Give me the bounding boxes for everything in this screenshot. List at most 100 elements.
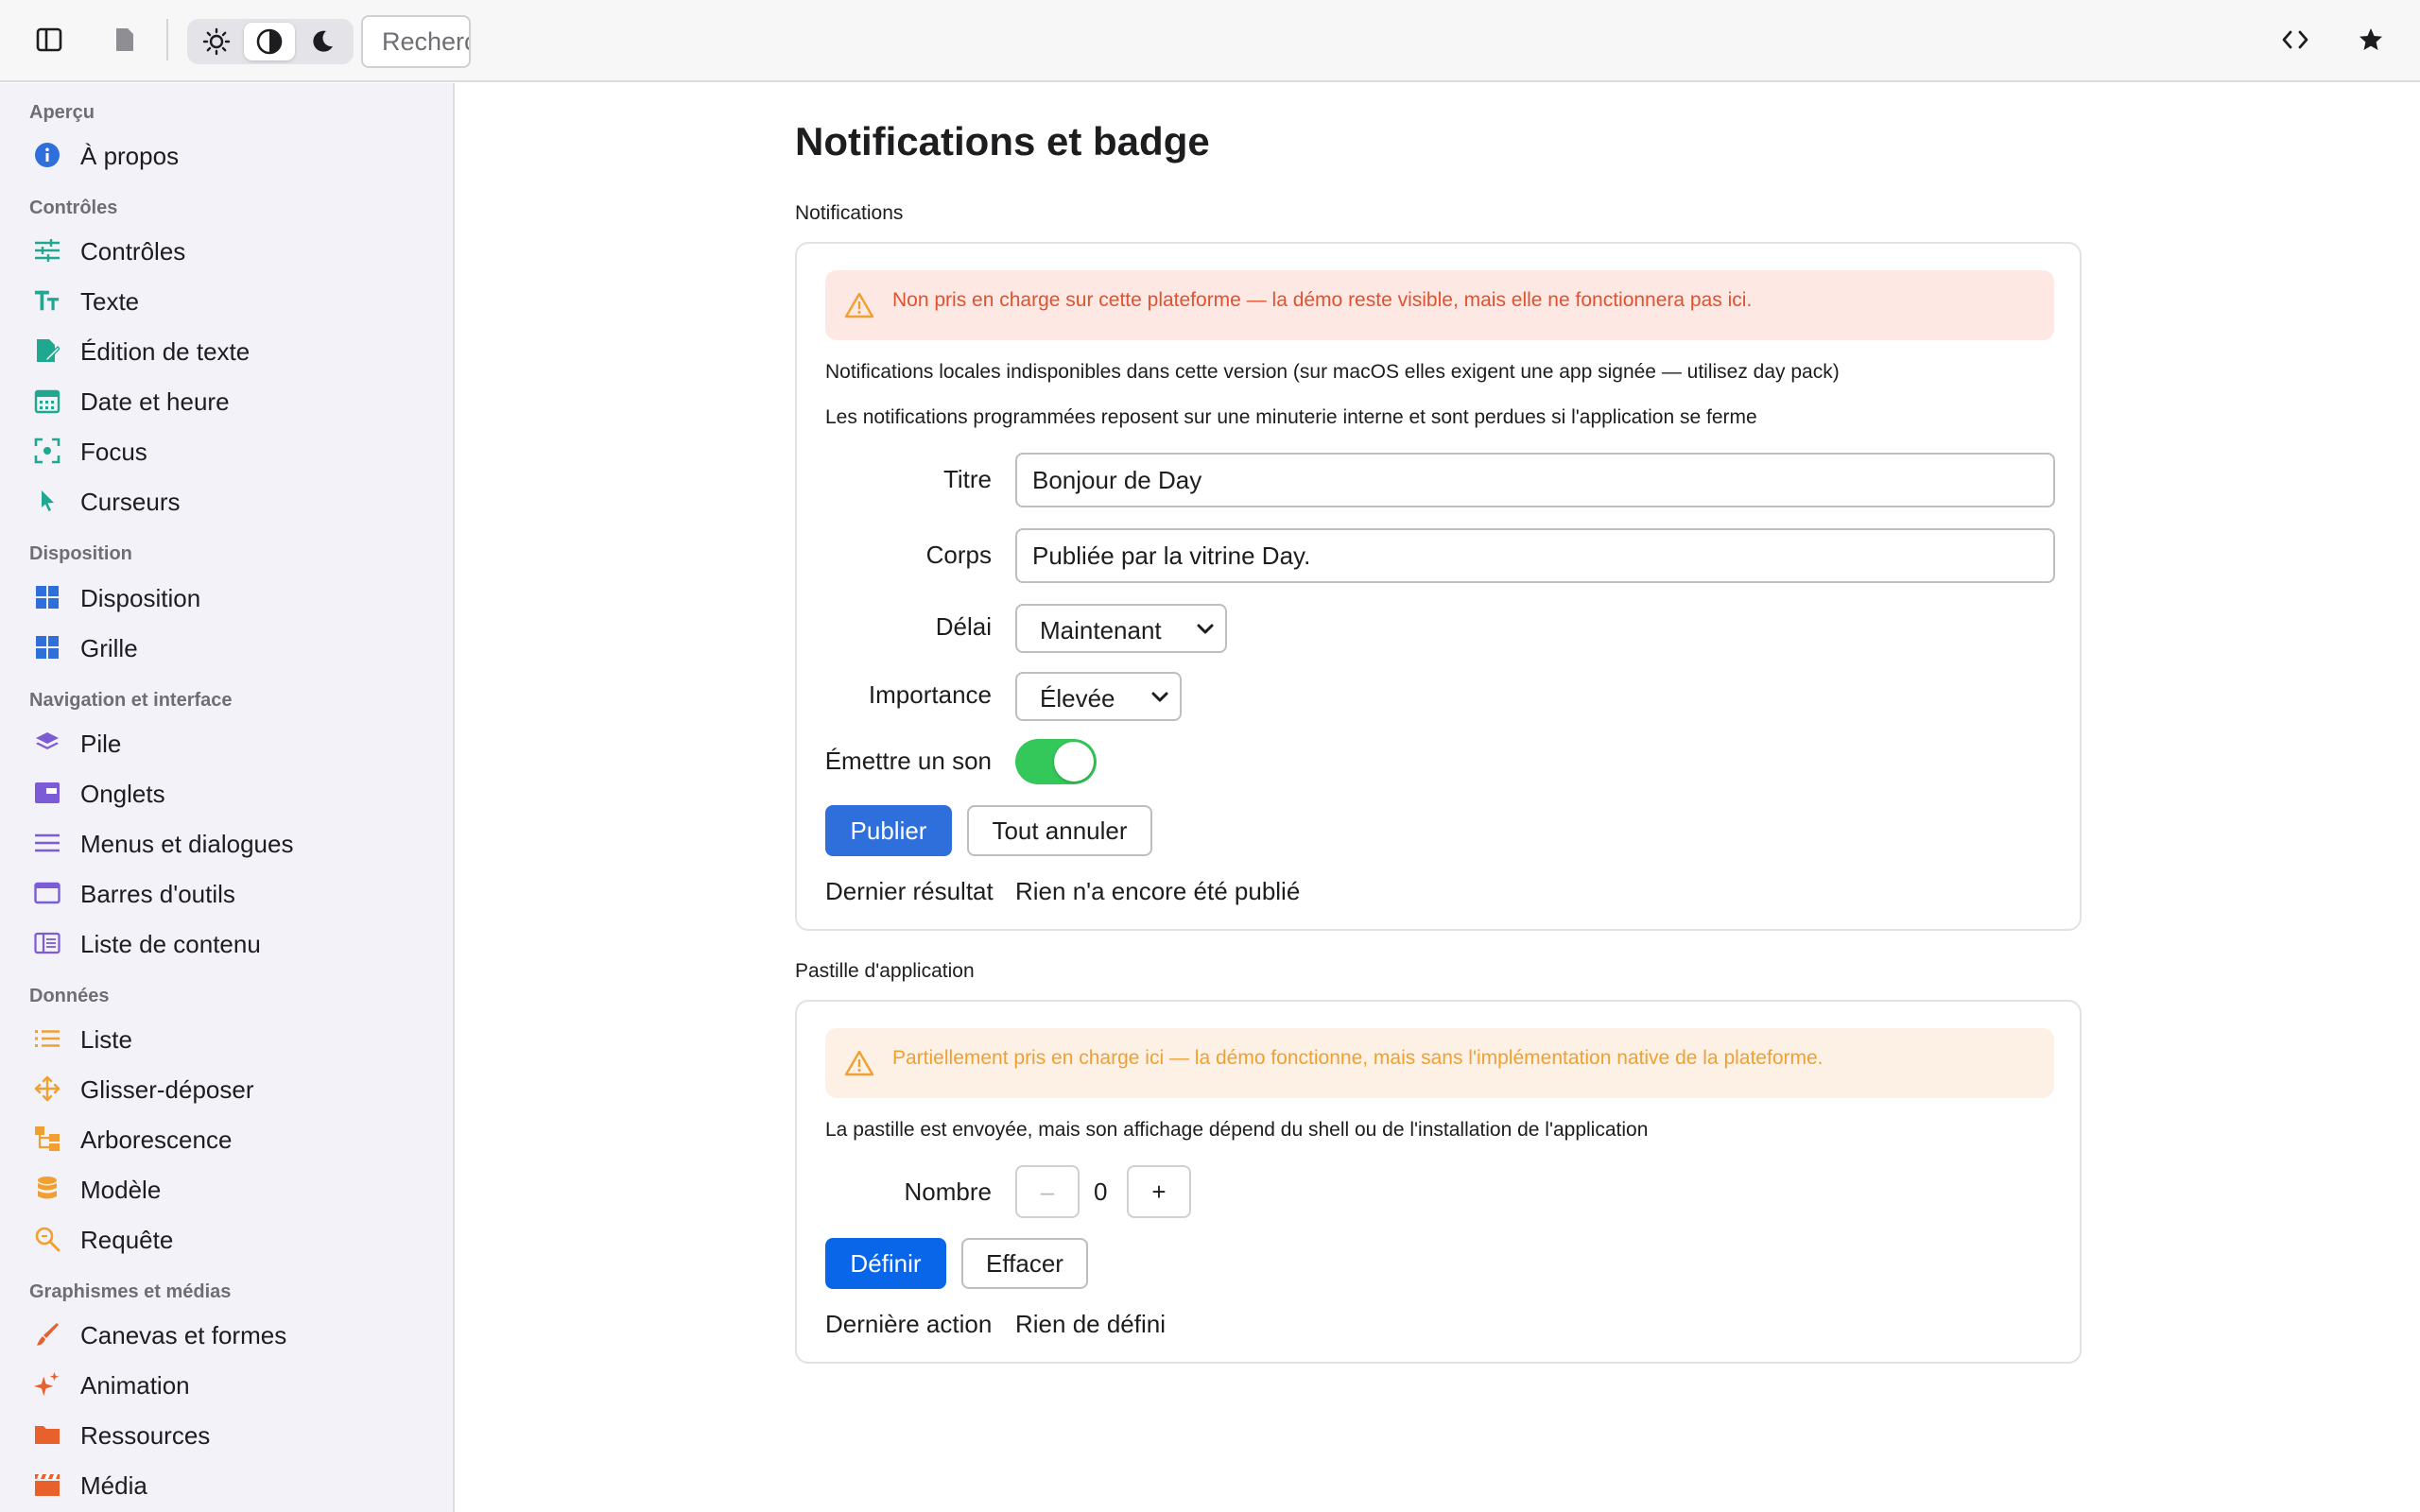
sidebar-item-resources[interactable]: Ressources (0, 1410, 453, 1459)
folder-icon (34, 1421, 60, 1448)
set-badge-button[interactable]: Définir (825, 1238, 946, 1289)
layout-grid-icon (34, 584, 60, 610)
sidebar-item-tabs[interactable]: Onglets (0, 768, 453, 817)
sidebar-section-title: Disposition (29, 543, 132, 564)
sidebar-toggle-button[interactable] (28, 19, 70, 60)
document-icon (116, 28, 133, 51)
star-icon (2360, 28, 2382, 50)
search-icon (34, 1226, 60, 1252)
text-icon (34, 287, 60, 314)
importance-select-value: Élevée (1040, 684, 1115, 713)
sidebar-item-media[interactable]: Média (0, 1460, 453, 1509)
scheduled-notifications-note: Les notifications programmées reposent s… (825, 406, 1757, 428)
light-theme-button[interactable] (191, 23, 242, 60)
body-label: Corps (925, 541, 992, 569)
toolbar-separator (166, 19, 168, 60)
sidebar-item-model[interactable]: Modèle (0, 1164, 453, 1213)
warning-icon (844, 1050, 874, 1076)
sidebar-item-label: Grille (80, 634, 138, 662)
sidebar-item-label: Barres d'outils (80, 880, 235, 908)
last-action-label: Dernière action (825, 1310, 993, 1338)
menu-lines-icon (34, 830, 60, 856)
title-input[interactable] (1015, 453, 2055, 507)
sidebar-item-label: Contrôles (80, 237, 186, 266)
count-label: Nombre (904, 1177, 992, 1206)
sidebar-item-toolbars[interactable]: Barres d'outils (0, 868, 453, 918)
columns-icon (34, 930, 60, 956)
sidebar-item-stack[interactable]: Pile (0, 718, 453, 767)
tree-icon (34, 1125, 60, 1152)
sidebar-item-label: Glisser-déposer (80, 1075, 254, 1104)
cursor-icon (34, 488, 60, 514)
sidebar-item-label: Date et heure (80, 387, 230, 416)
sidebar-item-label: Liste (80, 1025, 132, 1054)
sidebar-item-drag-drop[interactable]: Glisser-déposer (0, 1064, 453, 1113)
move-icon (34, 1075, 60, 1102)
delay-label: Délai (935, 612, 992, 641)
cancel-all-button[interactable]: Tout annuler (967, 805, 1152, 856)
search-input[interactable] (361, 15, 471, 68)
warning-icon (844, 292, 874, 318)
last-action-value: Rien de défini (1015, 1310, 1166, 1338)
sidebar-section-title: Aperçu (29, 102, 95, 123)
badge-description: La pastille est envoyée, mais son affich… (825, 1119, 1649, 1141)
stack-icon (34, 730, 60, 756)
toggle-knob (1054, 742, 1094, 782)
chevron-down-icon (1197, 624, 1214, 634)
clear-badge-button[interactable]: Effacer (961, 1238, 1088, 1289)
delay-select[interactable]: Maintenant (1015, 604, 1227, 653)
sidebar-item-text[interactable]: Texte (0, 276, 453, 325)
sidebar-item-label: Animation (80, 1371, 190, 1400)
publish-button[interactable]: Publier (825, 805, 952, 856)
sun-icon (202, 27, 231, 56)
contrast-icon (256, 28, 283, 55)
sidebar-item-tree[interactable]: Arborescence (0, 1114, 453, 1163)
sidebar-item-date-time[interactable]: Date et heure (0, 376, 453, 425)
clapperboard-icon (34, 1471, 60, 1498)
sidebar-item-label: Canevas et formes (80, 1321, 287, 1349)
notifications-description: Notifications locales indisponibles dans… (825, 361, 1840, 383)
sidebar-item-text-editing[interactable]: Édition de texte (0, 326, 453, 375)
sound-toggle[interactable] (1015, 739, 1097, 784)
sidebar-item-grid[interactable]: Grille (0, 623, 453, 672)
document-button[interactable] (104, 19, 146, 60)
sidebar-toggle-icon (36, 27, 62, 52)
auto-theme-button[interactable] (244, 23, 295, 60)
sound-label: Émettre un son (824, 747, 992, 775)
sidebar-item-label: Modèle (80, 1176, 162, 1204)
sliders-icon (34, 237, 60, 264)
tabs-icon (34, 780, 60, 806)
view-source-button[interactable] (2274, 19, 2316, 60)
dark-theme-button[interactable] (297, 23, 348, 60)
sidebar-item-label: Texte (80, 287, 140, 316)
sidebar-item-canvas-shapes[interactable]: Canevas et formes (0, 1310, 453, 1359)
sidebar-item-layout[interactable]: Disposition (0, 573, 453, 622)
calendar-icon (34, 387, 60, 414)
database-icon (34, 1176, 60, 1202)
favorite-button[interactable] (2350, 19, 2392, 60)
sidebar-item-content-list[interactable]: Liste de contenu (0, 919, 453, 968)
toolbar (0, 0, 2420, 82)
body-input[interactable] (1015, 528, 2055, 583)
sidebar-item-list[interactable]: Liste (0, 1014, 453, 1063)
sparkle-icon (34, 1371, 60, 1398)
sidebar-item-label: Menus et dialogues (80, 830, 294, 858)
warning-text: Non pris en charge sur cette plateforme … (892, 289, 1753, 311)
sidebar-item-label: Onglets (80, 780, 165, 808)
sidebar-item-label: Requête (80, 1226, 174, 1254)
increment-button[interactable]: + (1127, 1165, 1191, 1218)
badge-group-title: Pastille d'application (795, 960, 975, 982)
unsupported-warning: Non pris en charge sur cette plateforme … (825, 270, 2054, 340)
sidebar-item-focus[interactable]: Focus (0, 426, 453, 475)
chevron-down-icon (1151, 692, 1168, 702)
sidebar-item-about[interactable]: À propos (0, 130, 453, 180)
sidebar-item-cursors[interactable]: Curseurs (0, 476, 453, 525)
decrement-button[interactable]: – (1015, 1165, 1080, 1218)
importance-select[interactable]: Élevée (1015, 672, 1182, 721)
sidebar-item-query[interactable]: Requête (0, 1214, 453, 1263)
sidebar-item-animation[interactable]: Animation (0, 1360, 453, 1409)
brush-icon (34, 1321, 60, 1348)
sidebar-section-title: Contrôles (29, 198, 118, 218)
sidebar-item-menus-dialogs[interactable]: Menus et dialogues (0, 818, 453, 868)
sidebar-item-controls[interactable]: Contrôles (0, 226, 453, 275)
